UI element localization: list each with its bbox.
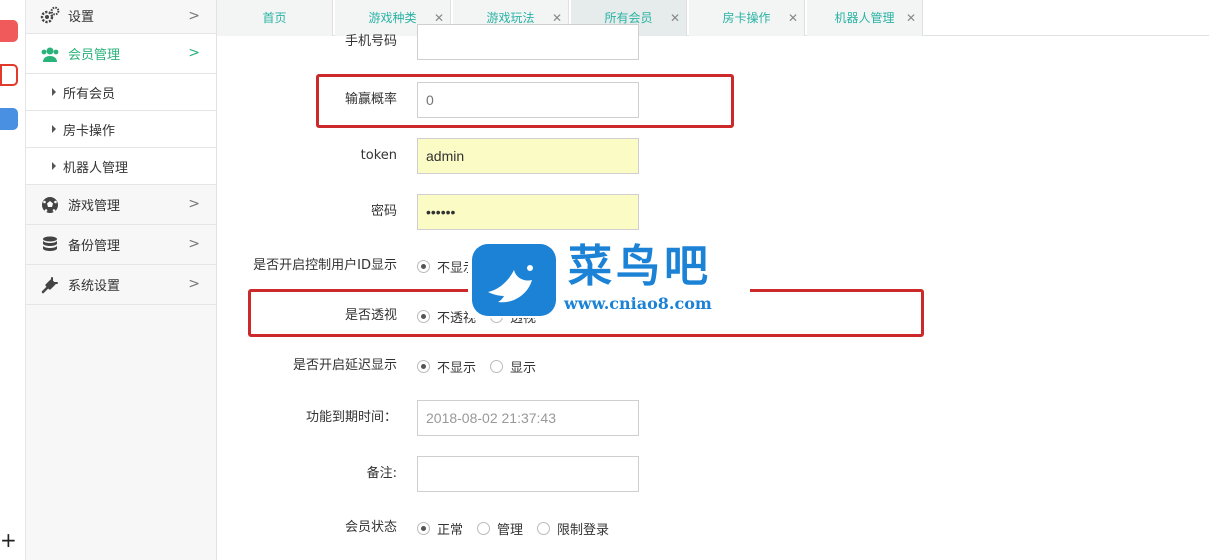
sidebar-item-label: 系统设置 [68,279,121,294]
remark-input[interactable] [417,456,639,492]
radio-dot [477,521,491,535]
member-status-radio-group: 正常 管理 限制登录 [417,508,623,548]
weibo-app-icon[interactable] [0,64,18,86]
sidebar-subitem-label: 房卡操作 [63,123,116,139]
phone-row: 手机号码 [217,22,1209,62]
sidebar-item-label: 设置 [68,9,95,25]
sidebar-subitem-all-members[interactable]: 所有会员 [26,74,216,111]
highlight-box-win-rate [316,74,734,128]
member-status-label: 会员状态 [344,520,397,535]
radio-label: 正常 [437,522,464,538]
watermark: 菜鸟吧 www.cniao8.com [468,240,750,318]
sidebar-item-member-management[interactable]: 会员管理 > [26,34,216,74]
radio-label: 显示 [510,360,537,376]
delay-display-label: 是否开启延迟显示 [292,358,397,373]
password-input[interactable] [417,194,639,230]
status-radio-normal[interactable]: 正常 [417,519,463,538]
radio-label: 不显示 [437,360,477,376]
phone-label: 手机号码 [344,34,397,49]
delay-display-radio-hide[interactable]: 不显示 [417,357,476,376]
password-row: 密码 [217,192,1209,232]
remark-row: 备注: [217,454,1209,494]
watermark-text: 菜鸟吧 [568,241,712,292]
chevron-right-icon: > [188,276,200,292]
password-label: 密码 [370,204,397,219]
sidebar-item-settings[interactable]: 设置 > [26,0,216,34]
radio-dot [490,359,504,373]
expire-time-label: 功能到期时间： [305,410,397,425]
sidebar-subitem-label: 所有会员 [63,86,116,102]
chevron-right-icon: > [188,8,200,24]
caret-right-icon [52,162,56,170]
watermark-url: www.cniao8.com [564,294,712,313]
plug-icon [40,275,60,295]
sidebar-item-backup-management[interactable]: 备份管理 > [26,225,216,265]
news-app-icon[interactable] [0,20,18,42]
phone-input[interactable] [417,24,639,60]
add-icon[interactable]: + [0,530,17,550]
radio-label: 限制登录 [557,522,610,538]
mail-app-icon[interactable] [0,108,18,130]
sidebar-item-label: 游戏管理 [68,199,121,214]
status-radio-restricted[interactable]: 限制登录 [537,519,609,538]
sidebar-item-label: 会员管理 [68,48,121,63]
token-input[interactable] [417,138,639,174]
bird-logo-icon [472,244,556,316]
sidebar-item-label: 备份管理 [68,239,121,254]
desktop-dock: + [0,0,26,560]
expire-time-input[interactable] [417,400,639,436]
sidebar-subitem-room-card[interactable]: 房卡操作 [26,111,216,148]
token-label: token [360,148,397,163]
radio-dot [417,359,430,373]
delay-display-radio-show[interactable]: 显示 [490,357,536,376]
soccer-ball-icon [40,195,60,215]
caret-right-icon [52,125,56,133]
radio-label: 管理 [497,522,524,538]
remark-label: 备注: [366,466,397,481]
control-id-label: 是否开启控制用户ID显示 [253,258,397,273]
sidebar: 设置 > 会员管理 > 所有会员 房卡操作 机器人管理 游戏管理 > 备份管理 … [26,0,217,560]
caret-right-icon [52,88,56,96]
radio-dot [537,521,551,535]
chevron-right-icon: > [188,236,200,252]
member-status-row: 会员状态 正常 管理 限制登录 [217,508,1209,548]
chevron-right-icon: > [188,196,200,212]
token-row: token [217,136,1209,176]
expire-time-row: 功能到期时间： [217,398,1209,438]
delay-display-row: 是否开启延迟显示 不显示 显示 [217,346,1209,386]
radio-dot [417,521,430,535]
chevron-right-icon: > [188,45,200,61]
gears-icon [40,5,60,25]
sidebar-item-system-settings[interactable]: 系统设置 > [26,265,216,305]
sidebar-subitem-label: 机器人管理 [63,160,129,176]
database-icon [40,235,60,255]
radio-dot [417,259,430,273]
delay-display-radio-group: 不显示 显示 [417,346,550,386]
sidebar-item-game-management[interactable]: 游戏管理 > [26,185,216,225]
sidebar-subitem-robot-management[interactable]: 机器人管理 [26,148,216,185]
users-icon [40,44,60,64]
status-radio-admin[interactable]: 管理 [477,519,523,538]
